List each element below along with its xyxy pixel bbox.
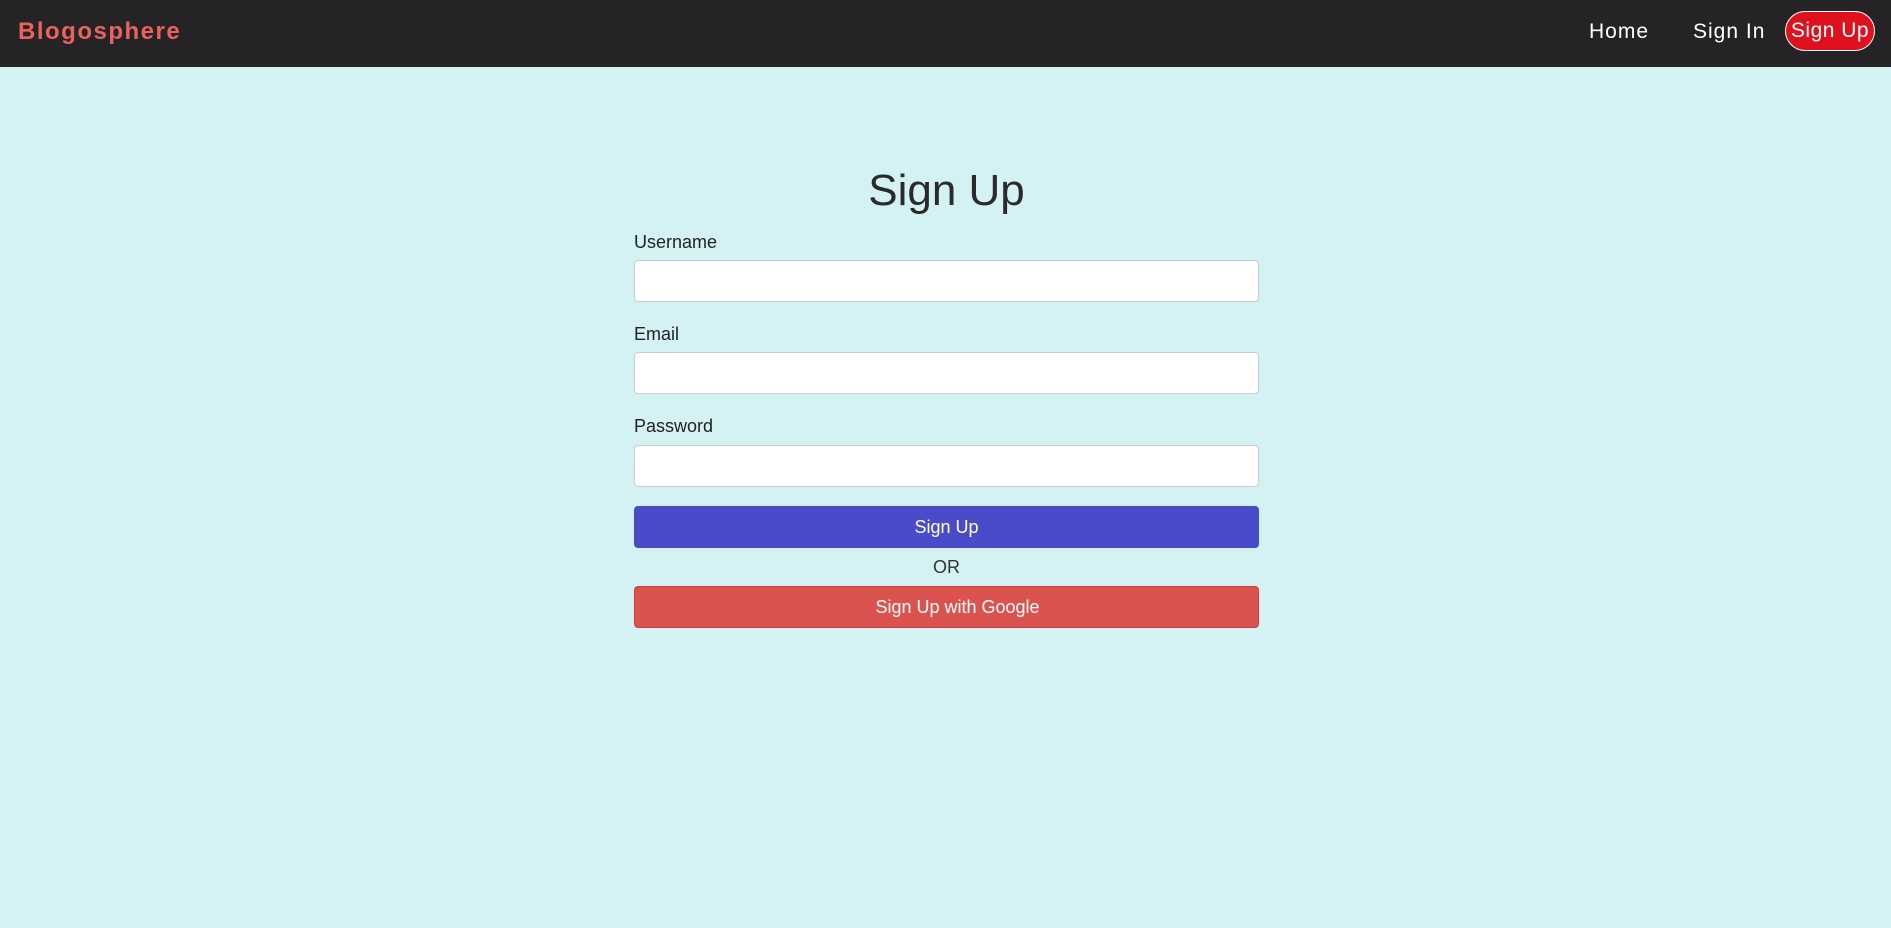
or-separator: OR: [933, 557, 960, 577]
password-input[interactable]: [634, 445, 1259, 487]
email-label: Email: [634, 324, 680, 344]
top-navbar: Blogosphere Home Sign In Sign Up: [0, 0, 1891, 67]
username-label: Username: [634, 232, 718, 252]
page-title: Sign Up: [868, 166, 1025, 215]
google-sign-up-label: Sign Up with Google: [875, 597, 1040, 617]
nav-link-home[interactable]: Home: [1589, 18, 1649, 46]
username-input[interactable]: [634, 260, 1259, 302]
sign-up-submit-button[interactable]: Sign Up: [634, 506, 1259, 548]
password-label: Password: [634, 416, 714, 436]
google-sign-up-button[interactable]: Sign Up with Google: [634, 586, 1259, 628]
nav-link-sign-in[interactable]: Sign In: [1693, 18, 1765, 46]
nav-sign-up-button[interactable]: Sign Up: [1785, 11, 1875, 51]
email-input[interactable]: [634, 352, 1259, 394]
brand-logo-link[interactable]: Blogosphere: [18, 17, 181, 47]
